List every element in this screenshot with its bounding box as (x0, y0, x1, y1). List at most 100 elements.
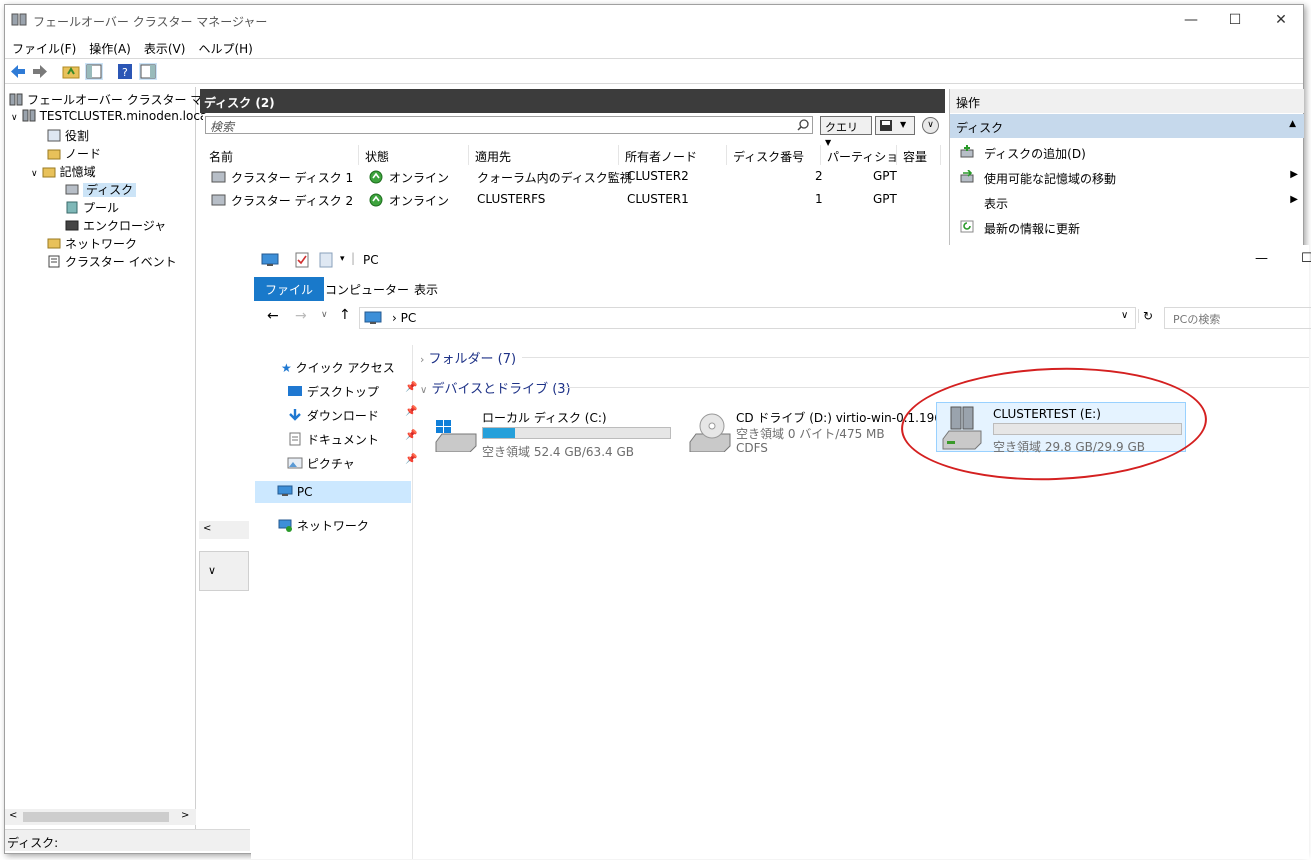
nav-pc[interactable]: PC (255, 481, 411, 503)
tree-item-events[interactable]: クラスター イベント (47, 253, 177, 271)
pc-search-input[interactable]: PCの検索 (1164, 307, 1311, 329)
collapsed-panel-fragment[interactable]: ∨ (199, 551, 249, 591)
cell-name: クラスター ディスク 1 (231, 171, 354, 185)
customize-dropdown-icon[interactable]: ▾ (340, 254, 345, 264)
separator: | (351, 251, 356, 265)
new-folder-icon[interactable] (319, 252, 333, 268)
menu-file[interactable]: ファイル(F) (5, 37, 82, 57)
nav-downloads[interactable]: ダウンロード 📌 (287, 403, 417, 425)
maximize-icon[interactable]: ☐ (1301, 251, 1311, 266)
cell-status: オンライン (389, 194, 450, 208)
address-dropdown-icon[interactable]: ∨ (1121, 310, 1128, 321)
save-query-button[interactable]: ▼ (875, 116, 915, 135)
chevron-right-icon: › (420, 353, 425, 366)
properties-icon[interactable] (295, 252, 309, 268)
up-icon[interactable]: ↑ (339, 307, 351, 323)
nav-network[interactable]: ネットワーク (277, 513, 369, 535)
back-icon[interactable]: ← (267, 308, 279, 324)
search-icon[interactable] (797, 119, 809, 131)
nav-label: クイック アクセス (295, 361, 395, 375)
cell-name: クラスター ディスク 2 (231, 194, 354, 208)
group-devices[interactable]: ∨ デバイスとドライブ (3) (420, 378, 571, 397)
up-folder-icon[interactable] (62, 63, 80, 80)
column-header-partition[interactable]: パーティショ… (821, 145, 897, 165)
address-bar[interactable]: › PC (359, 307, 1136, 329)
column-header-owner[interactable]: 所有者ノード (619, 145, 727, 165)
column-header-status[interactable]: 状態 (359, 145, 469, 165)
back-icon[interactable] (9, 63, 27, 80)
action-pane-icon[interactable] (139, 63, 157, 80)
submenu-arrow-icon: ▶ (1290, 194, 1298, 205)
group-label: デバイスとドライブ (3) (431, 382, 571, 397)
menu-help[interactable]: ヘルプ(H) (191, 37, 258, 57)
expand-chevron-icon[interactable]: ∨ (922, 117, 939, 134)
drive-d[interactable]: CD ドライブ (D:) virtio-win-0.1.196 空き領域 0 バ… (686, 408, 942, 464)
download-icon (289, 409, 301, 421)
menu-action[interactable]: 操作(A) (82, 37, 137, 57)
cluster-icon (22, 109, 36, 122)
dropdown-icon: ▼ (900, 120, 907, 129)
tree-item-enclosures[interactable]: エンクロージャ (65, 217, 166, 235)
tree-horizontal-scrollbar[interactable]: < > (5, 809, 196, 825)
scroll-right-icon[interactable]: > (181, 810, 189, 821)
close-icon[interactable]: ✕ (1271, 11, 1291, 29)
chevron-down-icon[interactable]: ∨ (208, 564, 216, 577)
tree-item-nodes[interactable]: ノード (47, 145, 101, 163)
nav-label: デスクトップ (306, 385, 379, 399)
forward-icon[interactable] (31, 63, 49, 80)
group-divider (522, 357, 1309, 358)
forward-icon[interactable]: → (295, 308, 307, 324)
refresh-icon[interactable]: ↻ (1138, 309, 1153, 323)
action-refresh[interactable]: 最新の情報に更新 (950, 215, 1304, 239)
collapse-icon[interactable]: ▲ (1289, 119, 1296, 129)
disk-search-input[interactable]: 検索 (205, 116, 813, 134)
tree-item-networks[interactable]: ネットワーク (47, 235, 137, 253)
actions-section-label: ディスク (956, 121, 1004, 135)
toolbar: ? (5, 58, 1303, 84)
failover-cluster-manager-window: フェールオーバー クラスター マネージャー — ☐ ✕ ファイル(F) 操作(A)… (4, 4, 1311, 859)
tree-item-storage[interactable]: ∨ 記憶域 (31, 163, 96, 181)
show-hide-tree-icon[interactable] (85, 63, 103, 80)
scroll-left-icon[interactable]: < (203, 523, 211, 534)
minimize-icon[interactable]: — (1255, 251, 1268, 266)
cell-assigned: CLUSTERFS (477, 192, 546, 206)
tree-item-cluster[interactable]: ∨ TESTCLUSTER.minoden.loca (11, 109, 207, 127)
drive-free-space: 空き領域 52.4 GB/63.4 GB (482, 445, 634, 459)
column-header-name[interactable]: 名前 (203, 145, 359, 165)
column-header-disk-number[interactable]: ディスク番号 (727, 145, 821, 165)
column-header-capacity[interactable]: 容量 (897, 145, 941, 165)
tab-view[interactable]: 表示 (403, 277, 449, 301)
window-title: フェールオーバー クラスター マネージャー (33, 15, 268, 29)
recent-locations-icon[interactable]: ∨ (321, 310, 328, 320)
chevron-down-icon[interactable]: ∨ (11, 113, 18, 123)
pc-icon (277, 485, 293, 496)
query-button[interactable]: クエリ ▼ (820, 116, 872, 147)
enclosure-icon (65, 220, 79, 231)
chevron-down-icon[interactable]: ∨ (31, 169, 38, 179)
refresh-icon (960, 220, 974, 233)
maximize-icon[interactable]: ☐ (1225, 11, 1245, 29)
group-folders[interactable]: › フォルダー (7) (420, 348, 516, 367)
nodes-icon (47, 149, 61, 160)
scroll-left-icon[interactable]: < (9, 810, 17, 821)
column-header-assigned[interactable]: 適用先 (469, 145, 619, 165)
nav-desktop[interactable]: デスクトップ 📌 (287, 379, 417, 401)
actions-section-disks[interactable]: ディスク ▲ (950, 114, 1304, 138)
nav-quick-access[interactable]: ★ クイック アクセス (281, 355, 395, 377)
action-label: 使用可能な記憶域の移動 (984, 172, 1117, 186)
action-move-storage[interactable]: 使用可能な記憶域の移動 ▶ (950, 165, 1304, 189)
drive-c[interactable]: ローカル ディスク (C:) 空き領域 52.4 GB/63.4 GB (432, 408, 677, 464)
scrollbar-fragment[interactable]: < (199, 521, 249, 539)
minimize-icon[interactable]: — (1181, 11, 1201, 29)
tree-item-disks[interactable]: ディスク (65, 181, 137, 199)
nav-pictures[interactable]: ピクチャ 📌 (287, 451, 417, 473)
action-view[interactable]: 表示 ▶ (950, 190, 1304, 214)
menu-view[interactable]: 表示(V) (137, 37, 192, 57)
cell-disk-number: 1 (815, 192, 823, 206)
nav-documents[interactable]: ドキュメント 📌 (287, 427, 417, 449)
tree-item-roles[interactable]: 役割 (47, 127, 89, 145)
scrollbar-thumb[interactable] (23, 812, 169, 822)
action-add-disk[interactable]: ディスクの追加(D) (950, 140, 1304, 164)
tree-item-pools[interactable]: プール (65, 199, 119, 217)
help-icon[interactable]: ? (116, 63, 134, 80)
